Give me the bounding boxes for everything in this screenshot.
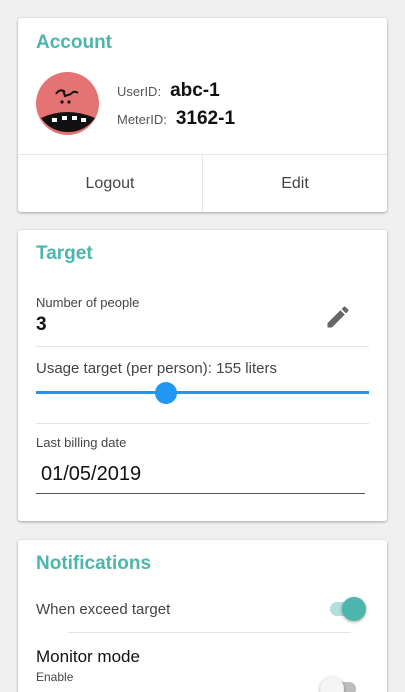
target-title: Target (36, 243, 93, 264)
user-id-row: UserID: abc-1 (117, 80, 220, 102)
meter-id-value: 3162-1 (175, 108, 236, 129)
toggle-knob (342, 597, 366, 621)
target-card: Target Number of people 3 Usage target (… (18, 230, 387, 521)
logout-button[interactable]: Logout (18, 155, 202, 212)
slider-track (36, 391, 369, 394)
user-id-value: abc-1 (170, 80, 220, 101)
notifications-divider (68, 632, 351, 633)
account-title: Account (36, 32, 112, 53)
usage-target-label: Usage target (per person): 155 liters (36, 360, 277, 377)
billing-date-input[interactable] (36, 456, 365, 494)
pencil-icon[interactable] (324, 303, 352, 331)
exceed-target-label: When exceed target (36, 601, 171, 618)
monitor-mode-toggle[interactable] (320, 677, 358, 692)
monitor-mode-sublabel: Enable (36, 670, 74, 684)
cartoon-face-icon (41, 89, 95, 132)
notifications-title: Notifications (36, 553, 152, 574)
notifications-card: Notifications When exceed target Monitor… (18, 540, 387, 692)
user-id-label: UserID: (117, 84, 162, 99)
exceed-target-toggle[interactable] (328, 597, 366, 621)
avatar (36, 72, 99, 135)
usage-divider (36, 423, 369, 424)
billing-date-label: Last billing date (36, 435, 127, 450)
people-value: 3 (36, 314, 47, 335)
people-divider (36, 346, 369, 347)
usage-target-slider[interactable] (36, 382, 369, 404)
account-card: Account UserID: abc-1 MeterID: 3162-1 Lo… (18, 18, 387, 212)
edit-account-button[interactable]: Edit (203, 155, 387, 212)
toggle-knob (320, 677, 344, 692)
meter-id-label: MeterID: (117, 112, 167, 127)
meter-id-row: MeterID: 3162-1 (117, 108, 235, 130)
slider-thumb[interactable] (154, 382, 177, 404)
people-label: Number of people (36, 295, 140, 310)
monitor-mode-label: Monitor mode (36, 647, 140, 666)
